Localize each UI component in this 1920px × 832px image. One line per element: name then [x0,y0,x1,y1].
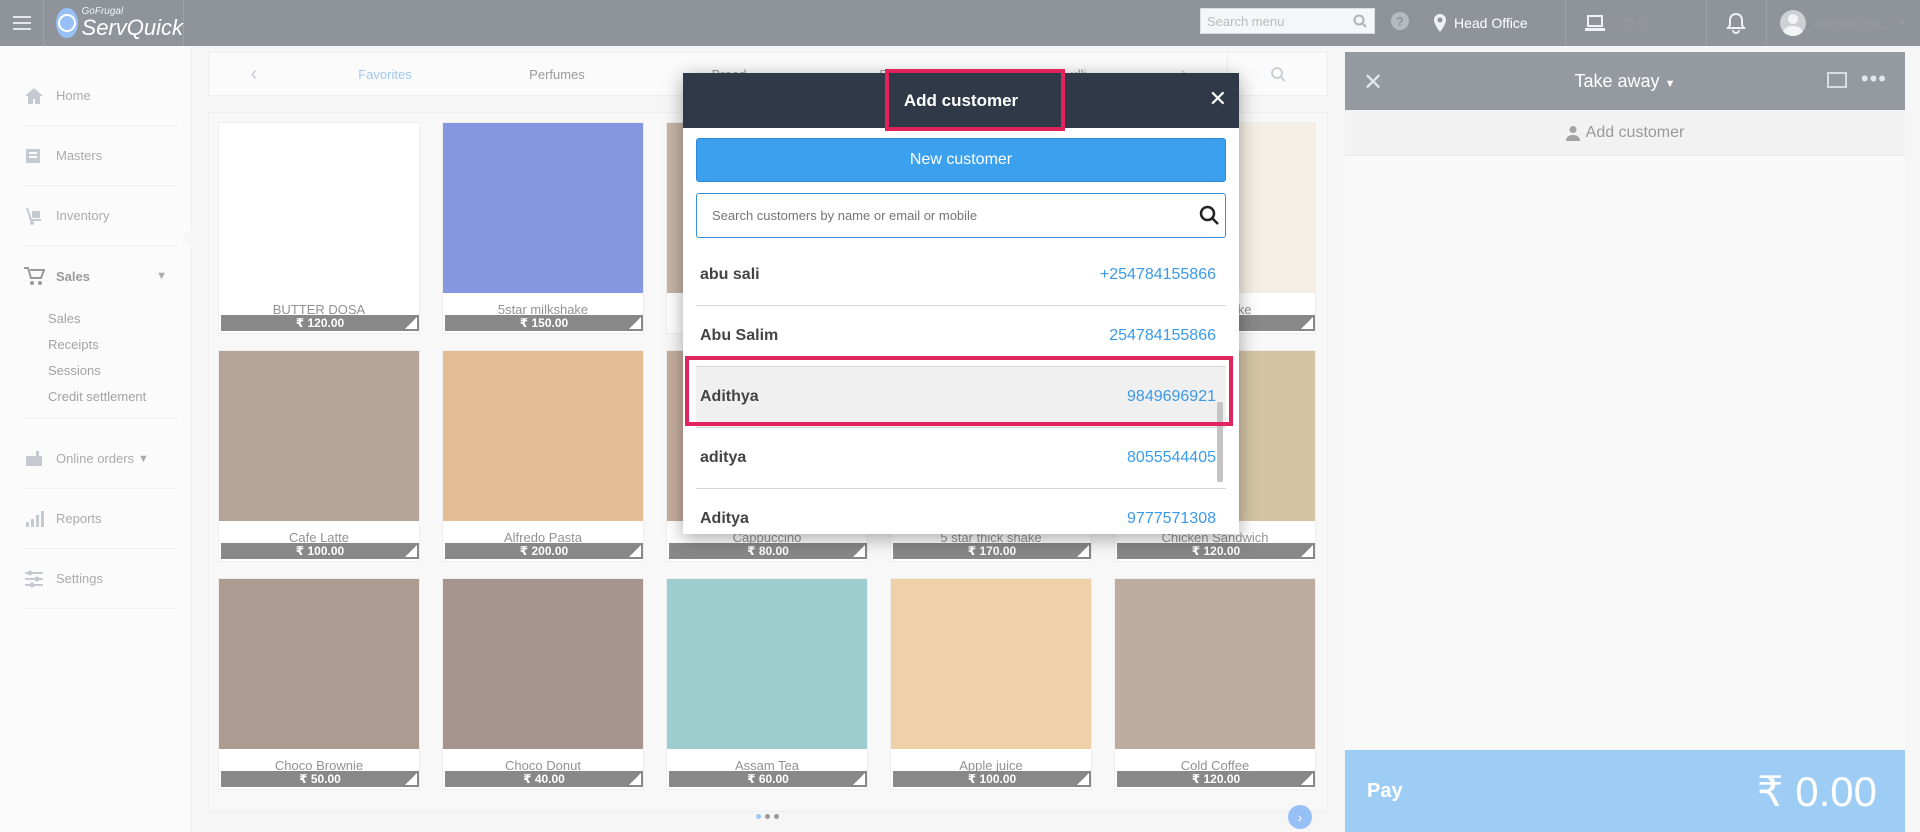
customer-phone: 9777571308 [1127,510,1216,527]
customer-name: abu sali [700,266,760,283]
new-customer-button[interactable]: New customer [696,138,1226,182]
highlight-box-customer [685,356,1233,426]
customer-row[interactable]: aditya 8055544405 [696,428,1226,489]
customer-name: Abu Salim [700,327,779,344]
add-customer-modal: Add customer ✕ New customer abu sali +25… [683,73,1239,534]
customer-name: Aditya [700,510,749,527]
highlight-box-title [885,69,1065,131]
customer-search-input[interactable] [697,194,1177,237]
customer-row[interactable]: Aditya 9777571308 [696,489,1226,534]
customer-phone: 8055544405 [1127,449,1216,466]
customer-row[interactable]: abu sali +254784155866 [696,245,1226,306]
customer-phone: 254784155866 [1109,327,1216,344]
customer-search[interactable] [696,193,1226,238]
search-icon[interactable] [1199,205,1219,230]
customer-name: aditya [700,449,747,466]
customer-phone: +254784155866 [1099,266,1216,283]
close-icon[interactable]: ✕ [1209,86,1227,112]
